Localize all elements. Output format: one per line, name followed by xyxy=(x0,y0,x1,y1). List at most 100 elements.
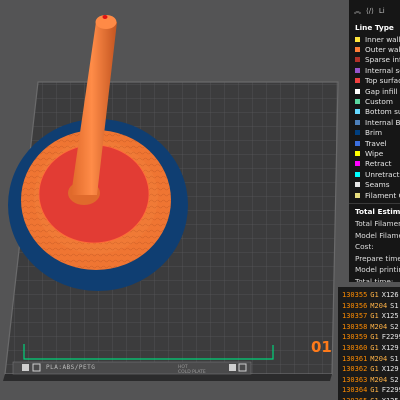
gcode-line[interactable]: 130356 M204 S1 xyxy=(338,301,400,312)
legend-swatch xyxy=(355,182,360,188)
plate-number[interactable]: 01 xyxy=(311,338,332,356)
printed-model xyxy=(8,15,188,291)
legend-item[interactable]: Inner wall xyxy=(349,34,400,44)
legend-item[interactable]: Travel xyxy=(349,138,400,148)
estimation-row: Total time: xyxy=(355,276,394,282)
gcode-arguments: X129. xyxy=(381,343,400,352)
legend-item[interactable]: Retract xyxy=(349,159,400,169)
legend-item-label: Unretract xyxy=(365,169,400,179)
gcode-line-number: 130364 xyxy=(342,386,368,395)
gcode-command: G1 xyxy=(370,291,379,299)
legend-item-label: Retract xyxy=(365,159,392,169)
gcode-arguments: S2 xyxy=(390,375,399,384)
line-type-list: Inner wallOuter wallSparse infilInternal… xyxy=(349,34,400,200)
pillar-seam-dot xyxy=(102,15,108,19)
legend-swatch xyxy=(355,171,360,177)
legend-item-label: Wipe xyxy=(365,148,384,158)
gcode-command: G1 xyxy=(370,343,379,352)
code-icon[interactable]: ⟨/⟩ xyxy=(366,7,374,15)
gcode-arguments: F2299 xyxy=(381,386,400,395)
legend-item[interactable]: Gap infill xyxy=(349,86,400,96)
gcode-line[interactable]: 130357G1X125. xyxy=(338,311,400,322)
legend-swatch xyxy=(355,150,360,156)
legend-item[interactable]: Bottom sur xyxy=(349,107,400,117)
legend-item-label: Top surface xyxy=(365,76,400,86)
plate-type-line-2: COLD PLATE xyxy=(178,370,206,375)
legend-item[interactable]: Unretract xyxy=(349,169,400,179)
gcode-line[interactable]: 130361 M204 S1 xyxy=(338,354,400,365)
gcode-arguments: S1 xyxy=(390,354,399,363)
gcode-arguments: S1 xyxy=(390,301,399,310)
estimation-row: Cost: xyxy=(355,242,374,252)
legend-item[interactable]: Internal Bri xyxy=(349,117,400,127)
legend-swatch xyxy=(355,161,360,167)
gcode-command: M204 xyxy=(370,301,388,310)
gcode-arguments: X129. xyxy=(381,365,400,374)
legend-item-label: Filament Ch xyxy=(365,190,400,200)
legend-item[interactable]: Custom xyxy=(349,96,400,106)
legend-swatch xyxy=(355,67,360,73)
gcode-line[interactable]: 130355G1X126. xyxy=(338,290,400,301)
legend-divider xyxy=(349,203,400,205)
gcode-arguments: X126. xyxy=(381,291,400,299)
legend-item-label: Inner wall xyxy=(365,34,400,44)
legend-swatch xyxy=(355,119,360,125)
legend-item[interactable]: Internal sol xyxy=(349,65,400,75)
legend-swatch xyxy=(355,109,360,115)
gcode-viewer[interactable]: 130355G1X126.130356M204S1130357G1X125.13… xyxy=(338,287,400,400)
legend-item[interactable]: Brim xyxy=(349,128,400,138)
gcode-command: G1 xyxy=(370,365,379,374)
gcode-line-number: 130360 xyxy=(342,343,368,352)
legend-item[interactable]: Outer wall xyxy=(349,44,400,54)
legend-toolbar: ︽ ⟨/⟩ Li xyxy=(349,0,400,22)
gcode-line-number: 130357 xyxy=(342,312,368,321)
gcode-line[interactable]: 130365G1X125. xyxy=(338,396,400,400)
estimation-row: Total Filamen xyxy=(355,219,400,229)
gcode-arguments: F2299 xyxy=(381,333,400,342)
gcode-line[interactable]: 130360G1X129. xyxy=(338,343,400,354)
legend-item-label: Seams xyxy=(365,180,390,190)
estimation-row: Prepare time: xyxy=(355,253,400,263)
plate-filament-label: PLA:ABS/PETG xyxy=(46,364,96,371)
legend-item[interactable]: Seams xyxy=(349,179,400,189)
gcode-line-number: 130361 xyxy=(342,354,368,363)
legend-item-label: Outer wall xyxy=(365,45,400,55)
legend-item[interactable]: Wipe xyxy=(349,148,400,158)
gcode-line[interactable]: 130363 M204 S2 xyxy=(338,375,400,386)
legend-item[interactable]: Filament Ch xyxy=(349,190,400,200)
legend-swatch xyxy=(355,99,360,105)
gcode-line[interactable]: 130359G1F2299 xyxy=(338,332,400,343)
gcode-command: G1 xyxy=(370,386,379,395)
gcode-line-number: 130356 xyxy=(342,301,368,310)
legend-swatch xyxy=(355,130,360,136)
gcode-line-number: 130355 xyxy=(342,291,368,299)
gcode-line[interactable]: 130364G1F2299 xyxy=(338,385,400,396)
gcode-command: G1 xyxy=(370,333,379,342)
legend-panel: ︽ ⟨/⟩ Li Line Type Inner wall Outer wall S… xyxy=(349,0,400,282)
plate-icon-c xyxy=(229,364,236,371)
legend-swatch xyxy=(355,140,360,146)
legend-item-label: Bottom sur xyxy=(365,107,400,117)
estimation-list: Total FilamenModel Filamer Cost:Prepare t… xyxy=(349,218,400,282)
plate-icon-a xyxy=(22,364,29,371)
legend-item-label: Travel xyxy=(365,138,387,148)
gcode-line-number: 130363 xyxy=(342,375,368,384)
legend-swatch xyxy=(355,47,360,53)
gcode-line[interactable]: 130362G1X129. xyxy=(338,364,400,375)
legend-swatch xyxy=(355,78,360,84)
chevrons-up-icon[interactable]: ︽ xyxy=(354,6,361,16)
plate-type-label: HOT COLD PLATE xyxy=(178,365,206,375)
estimation-row: Model Filamer xyxy=(355,230,400,240)
gcode-command: M204 xyxy=(370,322,388,331)
legend-item[interactable]: Top surface xyxy=(349,76,400,86)
legend-swatch xyxy=(355,192,360,198)
gcode-arguments: X125. xyxy=(381,312,400,321)
legend-item-label: Gap infill xyxy=(365,86,398,96)
legend-item[interactable]: Sparse infil xyxy=(349,55,400,65)
gcode-arguments: S2 xyxy=(390,322,399,331)
legend-swatch xyxy=(355,57,360,63)
gcode-command: M204 xyxy=(370,354,388,363)
gcode-line[interactable]: 130358 M204 S2 xyxy=(338,322,400,333)
gcode-command: G1 xyxy=(370,312,379,321)
legend-item-label: Brim xyxy=(365,128,383,138)
